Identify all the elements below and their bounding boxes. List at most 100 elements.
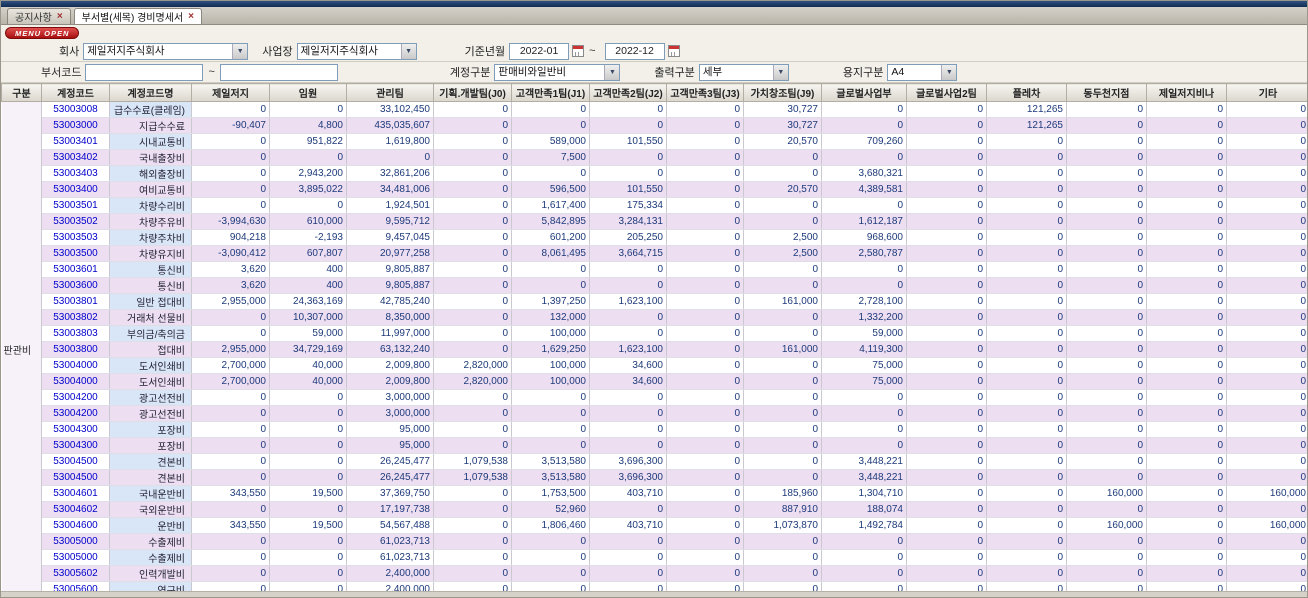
table-row[interactable]: 53005602 인력개발비 0 0 2,400,000 0 0 0 0 0 0 0 0 0 0 0 bbox=[2, 565, 1307, 582]
value-cell[interactable]: 0 bbox=[433, 421, 512, 438]
value-cell[interactable]: 0 bbox=[906, 229, 987, 246]
value-cell[interactable]: 32,861,206 bbox=[346, 165, 434, 182]
value-cell[interactable]: 0 bbox=[1066, 309, 1147, 326]
value-cell[interactable]: 0 bbox=[821, 405, 907, 422]
value-cell[interactable]: 0 bbox=[511, 165, 590, 182]
value-cell[interactable]: 0 bbox=[821, 261, 907, 278]
value-cell[interactable]: -3,994,630 bbox=[191, 213, 270, 230]
value-cell[interactable]: 75,000 bbox=[821, 373, 907, 390]
value-cell[interactable]: 0 bbox=[1066, 501, 1147, 518]
value-cell[interactable]: 2,580,787 bbox=[821, 245, 907, 262]
value-cell[interactable]: 160,000 bbox=[1066, 485, 1147, 502]
value-cell[interactable]: 0 bbox=[986, 277, 1067, 294]
value-cell[interactable]: 3,000,000 bbox=[346, 405, 434, 422]
value-cell[interactable]: 343,550 bbox=[191, 485, 270, 502]
value-cell[interactable]: 3,620 bbox=[191, 277, 270, 294]
value-cell[interactable]: 0 bbox=[433, 165, 512, 182]
value-cell[interactable]: 951,822 bbox=[269, 133, 347, 150]
value-cell[interactable]: 0 bbox=[986, 165, 1067, 182]
value-cell[interactable]: -90,407 bbox=[191, 117, 270, 134]
value-cell[interactable]: 0 bbox=[1066, 117, 1147, 134]
value-cell[interactable]: 0 bbox=[1146, 533, 1227, 550]
value-cell[interactable]: 0 bbox=[1066, 533, 1147, 550]
account-name-cell[interactable]: 차량유지비 bbox=[109, 245, 192, 262]
value-cell[interactable]: 0 bbox=[1226, 421, 1307, 438]
value-cell[interactable]: 8,061,495 bbox=[511, 245, 590, 262]
account-code-cell[interactable]: 53003501 bbox=[41, 197, 110, 214]
value-cell[interactable]: 0 bbox=[1146, 357, 1227, 374]
value-cell[interactable]: 0 bbox=[269, 389, 347, 406]
value-cell[interactable]: 0 bbox=[1066, 133, 1147, 150]
value-cell[interactable]: 0 bbox=[743, 469, 822, 486]
value-cell[interactable]: 9,595,712 bbox=[346, 213, 434, 230]
site-select[interactable]: 제일저지주식회사 ▼ bbox=[296, 42, 417, 60]
value-cell[interactable]: 0 bbox=[1226, 229, 1307, 246]
value-cell[interactable]: 0 bbox=[666, 277, 744, 294]
value-cell[interactable]: 0 bbox=[986, 581, 1067, 591]
value-cell[interactable]: 3,448,221 bbox=[821, 453, 907, 470]
value-cell[interactable]: -2,193 bbox=[269, 229, 347, 246]
value-cell[interactable]: 0 bbox=[743, 437, 822, 454]
value-cell[interactable]: 0 bbox=[1066, 389, 1147, 406]
value-cell[interactable]: 0 bbox=[433, 277, 512, 294]
value-cell[interactable]: 0 bbox=[906, 245, 987, 262]
table-row[interactable]: 53003401 시내교통비 0 951,822 1,619,800 0 589,000 10… bbox=[2, 133, 1307, 150]
value-cell[interactable]: 0 bbox=[1226, 373, 1307, 390]
value-cell[interactable]: 0 bbox=[986, 309, 1067, 326]
value-cell[interactable]: 0 bbox=[1066, 101, 1147, 118]
value-cell[interactable]: 0 bbox=[986, 341, 1067, 358]
value-cell[interactable]: 0 bbox=[986, 501, 1067, 518]
value-cell[interactable]: 0 bbox=[1146, 565, 1227, 582]
account-code-cell[interactable]: 53003500 bbox=[41, 245, 110, 262]
value-cell[interactable]: 3,696,300 bbox=[589, 453, 667, 470]
table-row[interactable]: 53003800 접대비 2,955,000 34,729,169 63,132,240… bbox=[2, 341, 1307, 358]
value-cell[interactable]: 0 bbox=[1146, 501, 1227, 518]
value-cell[interactable]: 0 bbox=[1066, 453, 1147, 470]
value-cell[interactable]: 0 bbox=[1146, 149, 1227, 166]
value-cell[interactable]: 9,457,045 bbox=[346, 229, 434, 246]
value-cell[interactable]: 0 bbox=[191, 133, 270, 150]
table-row[interactable]: 53003501 차량수리비 0 0 1,924,501 0 1,617,400 175,33… bbox=[2, 197, 1307, 214]
value-cell[interactable]: 0 bbox=[1146, 101, 1227, 118]
value-cell[interactable]: 0 bbox=[433, 133, 512, 150]
value-cell[interactable]: 0 bbox=[589, 101, 667, 118]
value-cell[interactable]: 1,623,100 bbox=[589, 293, 667, 310]
value-cell[interactable]: 0 bbox=[986, 421, 1067, 438]
value-cell[interactable]: 0 bbox=[906, 213, 987, 230]
column-header-16[interactable]: 제일저지비나 bbox=[1146, 83, 1227, 102]
value-cell[interactable]: 100,000 bbox=[511, 325, 590, 342]
value-cell[interactable]: 0 bbox=[433, 581, 512, 591]
value-cell[interactable]: 0 bbox=[666, 453, 744, 470]
value-cell[interactable]: 2,955,000 bbox=[191, 341, 270, 358]
value-cell[interactable]: 400 bbox=[269, 277, 347, 294]
value-cell[interactable]: 0 bbox=[666, 197, 744, 214]
value-cell[interactable]: 0 bbox=[666, 165, 744, 182]
account-code-cell[interactable]: 53004300 bbox=[41, 421, 110, 438]
value-cell[interactable]: 0 bbox=[433, 261, 512, 278]
column-header-8[interactable]: 고객만족1팀(J1) bbox=[511, 83, 590, 102]
value-cell[interactable]: 161,000 bbox=[743, 293, 822, 310]
account-code-cell[interactable]: 53003401 bbox=[41, 133, 110, 150]
value-cell[interactable]: 0 bbox=[906, 373, 987, 390]
value-cell[interactable]: 0 bbox=[1226, 469, 1307, 486]
account-name-cell[interactable]: 인력개발비 bbox=[109, 565, 192, 582]
value-cell[interactable]: 0 bbox=[191, 309, 270, 326]
value-cell[interactable]: 95,000 bbox=[346, 437, 434, 454]
value-cell[interactable]: 0 bbox=[1146, 213, 1227, 230]
value-cell[interactable]: 0 bbox=[1066, 245, 1147, 262]
value-cell[interactable]: 0 bbox=[1066, 277, 1147, 294]
account-code-cell[interactable]: 53004300 bbox=[41, 437, 110, 454]
value-cell[interactable]: 0 bbox=[433, 565, 512, 582]
value-cell[interactable]: 0 bbox=[666, 533, 744, 550]
account-code-cell[interactable]: 53003601 bbox=[41, 261, 110, 278]
value-cell[interactable]: 0 bbox=[589, 549, 667, 566]
table-row[interactable]: 53004601 국내운반비 343,550 19,500 37,369,750 0 1,7… bbox=[2, 485, 1307, 502]
value-cell[interactable]: 1,612,187 bbox=[821, 213, 907, 230]
account-name-cell[interactable]: 국내출장비 bbox=[109, 149, 192, 166]
value-cell[interactable]: 0 bbox=[986, 213, 1067, 230]
period-to-input[interactable] bbox=[604, 42, 665, 60]
value-cell[interactable]: 2,820,000 bbox=[433, 357, 512, 374]
value-cell[interactable]: 0 bbox=[906, 117, 987, 134]
value-cell[interactable]: 0 bbox=[906, 517, 987, 534]
account-name-cell[interactable]: 도서인쇄비 bbox=[109, 373, 192, 390]
